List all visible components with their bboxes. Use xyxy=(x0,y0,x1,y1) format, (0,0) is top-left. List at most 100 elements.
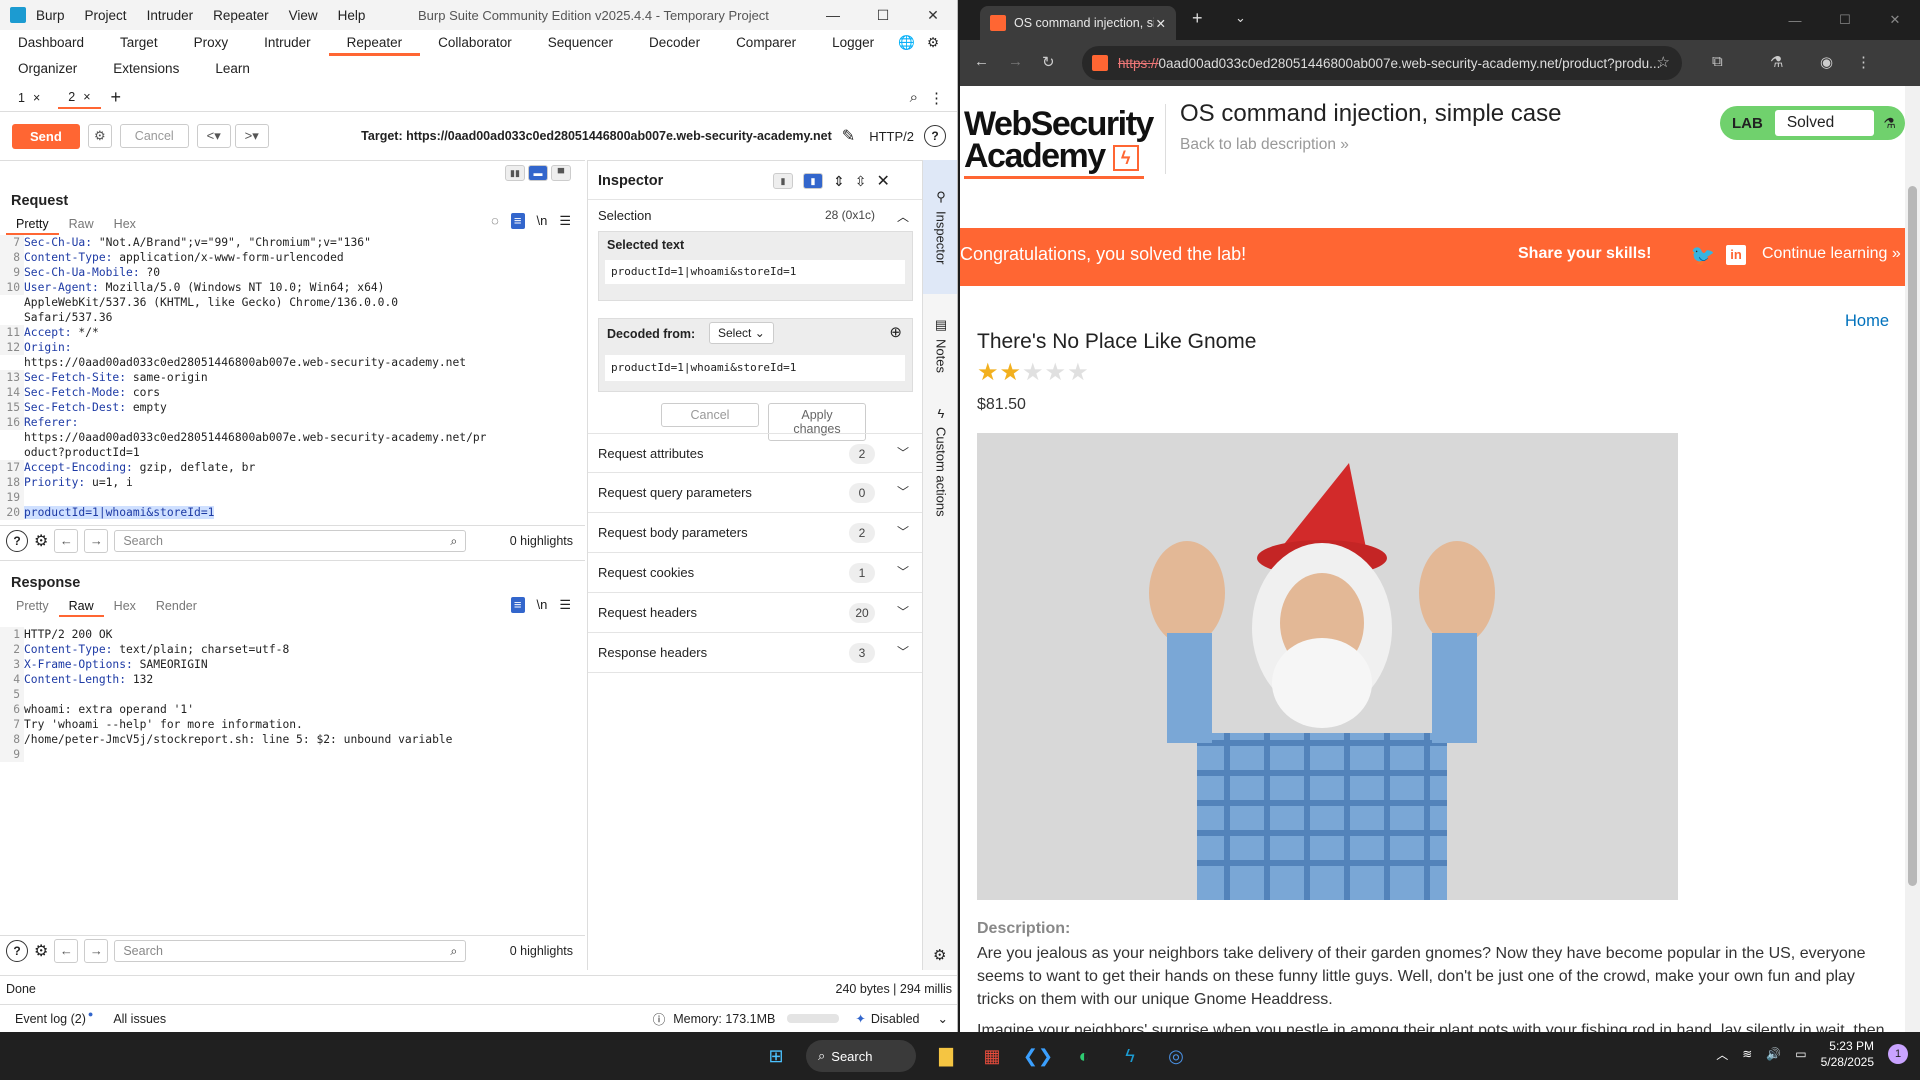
selection-section-header[interactable]: Selection 28 (0x1c) ︿ xyxy=(588,199,923,229)
prev-match-icon[interactable]: ← xyxy=(54,528,79,553)
tab-logger[interactable]: Logger xyxy=(814,30,892,56)
prev-match-icon[interactable]: ← xyxy=(54,938,79,963)
newline-toggle-icon[interactable]: \n xyxy=(537,213,548,229)
file-explorer-icon[interactable]: ▇ xyxy=(930,1040,962,1072)
tab-search-chevron-icon[interactable]: ⌄ xyxy=(1235,10,1246,26)
burp-suite-icon[interactable]: ϟ xyxy=(1114,1040,1146,1072)
code-line[interactable]: Safari/537.36 xyxy=(0,310,575,325)
volume-icon[interactable]: 🔊 xyxy=(1766,1047,1781,1061)
layout-side-by-side-icon[interactable]: ▮▮ xyxy=(505,165,525,181)
code-line[interactable]: 13 Sec-Fetch-Site: same-origin xyxy=(0,370,575,385)
browser-tab-active[interactable]: OS command injection, simple ✕ xyxy=(980,6,1176,40)
minimize-icon[interactable]: — xyxy=(1770,0,1820,40)
code-line[interactable]: 9 xyxy=(0,747,575,762)
page-scrollbar[interactable] xyxy=(1905,86,1920,1032)
tab-target[interactable]: Target xyxy=(102,30,176,56)
next-match-icon[interactable]: → xyxy=(84,938,109,963)
layout-stacked-icon[interactable]: ▬ xyxy=(528,165,548,181)
decoded-text-value[interactable]: productId=1|whoami&storeId=1 xyxy=(605,355,905,381)
browser-menu-icon[interactable]: ⋮ xyxy=(1856,53,1871,71)
tray-chevron-up-icon[interactable]: ︿ xyxy=(1716,1046,1728,1063)
code-line[interactable]: AppleWebKit/537.36 (KHTML, like Gecko) C… xyxy=(0,295,575,310)
code-line[interactable]: 7 Try 'whoami --help' for more informatio… xyxy=(0,717,575,732)
code-line[interactable]: https://0aad00ad033c0ed28051446800ab007e… xyxy=(0,430,575,445)
add-tab-icon[interactable]: + xyxy=(111,87,122,108)
decoded-from-select[interactable]: Select ⌄ xyxy=(709,322,774,344)
clock[interactable]: 5:23 PM 5/28/2025 xyxy=(1821,1038,1874,1070)
home-link[interactable]: Home xyxy=(1845,312,1889,331)
tab-sequencer[interactable]: Sequencer xyxy=(530,30,631,56)
labs-flask-icon[interactable]: ⚗ xyxy=(1770,53,1783,71)
back-to-lab-link[interactable]: Back to lab description » xyxy=(1180,136,1349,154)
side-tab-custom-actions[interactable]: ϟ Custom actions xyxy=(923,396,957,526)
code-line[interactable]: 4 Content-Length: 132 xyxy=(0,672,575,687)
section-request-attributes[interactable]: Request attributes 2 ﹀ xyxy=(588,433,923,473)
close-icon[interactable]: × xyxy=(83,90,90,104)
send-settings-gear-icon[interactable]: ⚙ xyxy=(87,124,112,148)
edit-target-pencil-icon[interactable]: ✎ xyxy=(842,126,855,146)
history-forward-icon[interactable]: >▾ xyxy=(234,124,269,148)
minimize-icon[interactable]: — xyxy=(808,0,858,30)
code-line[interactable]: 3 X-Frame-Options: SAMEORIGIN xyxy=(0,657,575,672)
menu-repeater[interactable]: Repeater xyxy=(213,8,269,23)
tab-extensions[interactable]: Extensions xyxy=(95,56,197,82)
code-line[interactable]: 17 Accept-Encoding: gzip, deflate, br xyxy=(0,460,575,475)
more-options-icon[interactable]: ⋮ xyxy=(929,89,944,107)
tab-dashboard[interactable]: Dashboard xyxy=(0,30,102,56)
history-back-icon[interactable]: <▾ xyxy=(196,124,231,148)
code-line[interactable]: oduct?productId=1 xyxy=(0,445,575,460)
ai-status[interactable]: Disabled xyxy=(871,1012,920,1026)
tab-comparer[interactable]: Comparer xyxy=(718,30,814,56)
section-response-headers[interactable]: Response headers 3 ﹀ xyxy=(588,633,923,673)
code-line[interactable]: 18 Priority: u=1, i xyxy=(0,475,575,490)
close-icon[interactable]: ✕ xyxy=(1870,0,1920,40)
newline-toggle-icon[interactable]: \n xyxy=(537,597,548,613)
repeater-tab-2[interactable]: 2 × xyxy=(58,87,101,109)
code-line[interactable]: 10 User-Agent: Mozilla/5.0 (Windows NT 10… xyxy=(0,280,575,295)
http-version-label[interactable]: HTTP/2 xyxy=(869,129,914,144)
wrap-lines-icon[interactable]: ≡ xyxy=(510,213,525,229)
tab-repeater[interactable]: Repeater xyxy=(328,30,421,56)
side-tab-inspector[interactable]: ⚲ Inspector xyxy=(923,160,957,294)
reload-icon[interactable]: ↻ xyxy=(1042,53,1055,71)
continue-learning-link[interactable]: Continue learning » xyxy=(1762,245,1901,263)
tab-render[interactable]: Render xyxy=(146,597,207,617)
tab-raw[interactable]: Raw xyxy=(59,215,104,235)
inspector-cancel-button[interactable]: Cancel xyxy=(661,403,759,427)
code-line[interactable]: 8/home/peter-JmcV5j/stockreport.sh: line… xyxy=(0,732,575,747)
menu-project[interactable]: Project xyxy=(85,8,127,23)
search-settings-gear-icon[interactable]: ⚙ xyxy=(34,531,48,551)
store-icon[interactable]: ▦ xyxy=(976,1040,1008,1072)
web-security-academy-logo[interactable]: WebSecurity Academy ϟ xyxy=(964,107,1154,173)
tab-pretty[interactable]: Pretty xyxy=(6,597,59,617)
editor-menu-icon[interactable]: ☰ xyxy=(559,597,571,613)
code-line[interactable]: https://0aad00ad033c0ed28051446800ab007e… xyxy=(0,355,575,370)
code-line-selected[interactable]: 20 productId=1|whoami&storeId=1 xyxy=(0,505,575,520)
tab-intruder[interactable]: Intruder xyxy=(246,30,329,56)
code-line[interactable]: 12 Origin: xyxy=(0,340,575,355)
repeater-tab-1[interactable]: 1 × xyxy=(8,87,50,109)
response-search-input[interactable]: Search ⌕ xyxy=(114,939,467,962)
selected-text-value[interactable]: productId=1|whoami&storeId=1 xyxy=(605,260,905,284)
response-editor[interactable]: 1 HTTP/2 200 OK 2 Content-Type: text/plain;… xyxy=(0,627,575,762)
edge-icon[interactable]: ◐ xyxy=(1068,1040,1100,1072)
tab-proxy[interactable]: Proxy xyxy=(176,30,247,56)
cancel-button[interactable]: Cancel xyxy=(119,124,189,148)
menu-intruder[interactable]: Intruder xyxy=(147,8,194,23)
chevron-up-icon[interactable]: ︿ xyxy=(897,208,909,225)
help-icon[interactable]: ? xyxy=(924,125,946,147)
code-line[interactable]: 15 Sec-Fetch-Dest: empty xyxy=(0,400,575,415)
taskbar-search[interactable]: ⌕ Search xyxy=(806,1040,916,1072)
side-tab-notes[interactable]: ▤ Notes xyxy=(923,300,957,390)
add-decoding-icon[interactable]: ⊕ xyxy=(889,323,902,341)
settings-gear-icon[interactable]: ⚙ xyxy=(933,946,946,964)
chevron-down-icon[interactable]: ⌄ xyxy=(938,1011,948,1026)
section-request-query-parameters[interactable]: Request query parameters 0 ﹀ xyxy=(588,473,923,513)
twitter-icon[interactable]: 🐦 xyxy=(1690,243,1715,268)
help-icon[interactable]: ? xyxy=(6,939,28,962)
tab-raw[interactable]: Raw xyxy=(58,597,104,617)
scrollbar-thumb[interactable] xyxy=(1908,186,1917,886)
forward-icon[interactable]: → xyxy=(1008,53,1023,70)
tab-learn[interactable]: Learn xyxy=(197,56,268,82)
tab-collaborator[interactable]: Collaborator xyxy=(420,30,530,56)
